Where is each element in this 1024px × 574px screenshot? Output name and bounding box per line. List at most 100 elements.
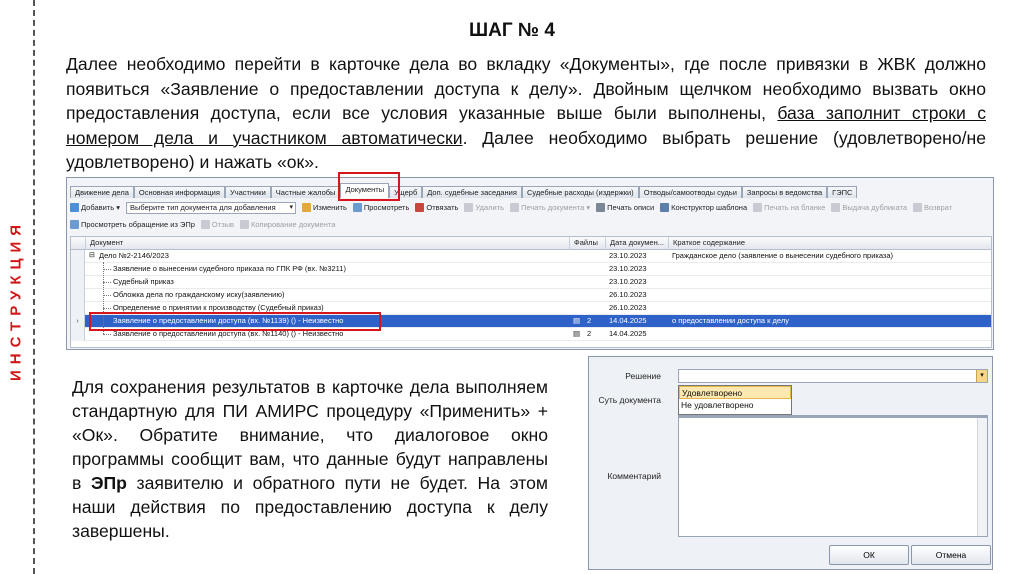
duplicate-icon [831,203,841,212]
tree-connector [103,269,111,270]
doc-date: 26.10.2023 [609,290,647,299]
add-button[interactable]: Добавить ▾ [70,203,120,212]
ok-button[interactable]: ОК [829,545,909,565]
template-builder-button[interactable]: Конструктор шаблона [660,203,747,212]
attachment-icon: ▤ [573,329,581,338]
toolbar-primary: Добавить ▾ Выберите тип документа для до… [70,200,958,215]
row-indicator [71,328,85,341]
highlight-frame-tab [338,172,400,201]
highlight-frame-row [89,312,381,331]
page-title: ШАГ № 4 [469,20,555,41]
edit-icon [302,203,312,212]
row-indicator [71,276,85,289]
print-document-button[interactable]: Печать документа ▾ [510,203,590,212]
add-icon [70,203,79,212]
option-rejected[interactable]: Не удовлетворено [679,399,791,412]
printer-icon [596,203,606,212]
edit-button[interactable]: Изменить [302,203,347,212]
row-indicator [71,250,85,263]
tab-recusals[interactable]: Отводы/самоотводы судьи [638,186,742,198]
col-document[interactable]: Документ [85,237,569,250]
view-icon [352,203,362,212]
doc-date: 14.04.2025 [609,329,647,338]
recall-icon [200,220,210,229]
tab-court-costs[interactable]: Судебные расходы (издержки) [521,186,639,198]
doc-name: Судебный приказ [113,277,174,286]
doc-summary: о предоставлении доступа к делу [672,316,789,325]
table-row[interactable]: Судебный приказ 23.10.2023 [71,276,991,289]
toolbar-secondary: Просмотреть обращение из ЭПр Отзыв Копир… [70,217,341,232]
tab-bar: Движение дела Основная информация Участн… [70,183,858,198]
tab-extra-sessions[interactable]: Доп. судебные заседания [422,186,522,198]
doc-date: 23.10.2023 [609,251,647,260]
tree-connector [103,295,111,296]
view-epr-button[interactable]: Просмотреть обращение из ЭПр [70,220,195,229]
print-icon [510,203,520,212]
tab-movement[interactable]: Движение дела [70,186,134,198]
col-files[interactable]: Файлы [569,237,605,250]
col-date[interactable]: Дата докумен... [605,237,668,250]
comment-label: Комментарий [607,471,661,481]
template-icon [660,203,670,212]
table-row[interactable]: ⊟ Дело №2-2146/2023 23.10.2023 Гражданск… [71,250,991,263]
recall-button[interactable]: Отзыв [200,220,234,229]
doc-date: 14.04.2025 [609,316,647,325]
option-approved[interactable]: Удовлетворено [679,386,791,399]
doc-name: Заявление о вынесении судебного приказа … [113,264,346,273]
doc-date: 23.10.2023 [609,264,647,273]
doc-summary: Гражданское дело (заявление о вынесении … [672,251,894,260]
duplicate-button[interactable]: Выдача дубликата [831,203,907,212]
tab-requests[interactable]: Запросы в ведомства [741,186,828,198]
access-decision-dialog: Решение ▾ Удовлетворено Не удовлетворено… [588,356,993,570]
row-indicator [71,302,85,315]
return-icon [913,203,922,212]
decision-dropdown: Удовлетворено Не удовлетворено [678,385,792,415]
decision-select[interactable]: ▾ [678,369,988,383]
col-summary[interactable]: Краткое содержание [668,237,993,250]
tree-connector [103,282,111,283]
chevron-down-icon[interactable]: ▾ [976,370,987,382]
tab-main-info[interactable]: Основная информация [133,186,225,198]
table-row[interactable]: Обложка дела по гражданскому иску(заявле… [71,289,991,302]
table-row[interactable]: Заявление о вынесении судебного приказа … [71,263,991,276]
doc-date: 23.10.2023 [609,277,647,286]
grid-header: Документ Файлы Дата докумен... Краткое с… [71,237,991,250]
tree-connector [103,334,111,335]
cancel-button[interactable]: Отмена [911,545,991,565]
unlink-button[interactable]: Отвязать [415,203,458,212]
row-indicator [71,289,85,302]
print-blank-button[interactable]: Печать на бланке [753,203,825,212]
row-indicator: › [71,315,85,328]
blank-print-icon [753,203,763,212]
return-button[interactable]: Возврат [913,203,952,212]
essence-label: Суть документа [598,395,661,405]
decision-label: Решение [625,371,661,381]
rail-divider [33,0,35,574]
copy-icon [240,220,250,229]
instruction-paragraph: Далее необходимо перейти в карточке дела… [66,54,986,173]
doc-name: Дело №2-2146/2023 [99,251,169,260]
print-inventory-button[interactable]: Печать описи [596,203,654,212]
doc-date: 26.10.2023 [609,303,647,312]
documents-grid: Документ Файлы Дата докумен... Краткое с… [70,236,992,348]
tab-complaints[interactable]: Частные жалобы [270,186,341,198]
unlink-icon [415,203,425,212]
delete-icon [464,203,474,212]
doc-name: Обложка дела по гражданскому иску(заявле… [113,290,285,299]
file-count: 2 [587,316,592,325]
attachment-icon: ▤ [573,316,581,325]
scrollbar[interactable] [977,418,987,536]
delete-button[interactable]: Удалить [464,203,504,212]
tab-participants[interactable]: Участники [224,186,271,198]
rail-label: ИНСТРУКЦИЯ [7,218,25,382]
tab-geps[interactable]: ГЭПС [827,186,858,198]
case-card-window: Движение дела Основная информация Участн… [66,172,994,350]
copy-document-button[interactable]: Копирование документа [240,220,335,229]
epr-icon [70,220,79,229]
document-type-select[interactable]: Выберите тип документа для добавления [126,201,297,214]
view-button[interactable]: Просмотреть [352,203,409,212]
save-instruction-paragraph: Для сохранения результатов в карточке де… [72,377,548,541]
collapse-icon[interactable]: ⊟ [89,250,95,263]
row-indicator [71,263,85,276]
comment-textarea[interactable] [678,417,988,537]
